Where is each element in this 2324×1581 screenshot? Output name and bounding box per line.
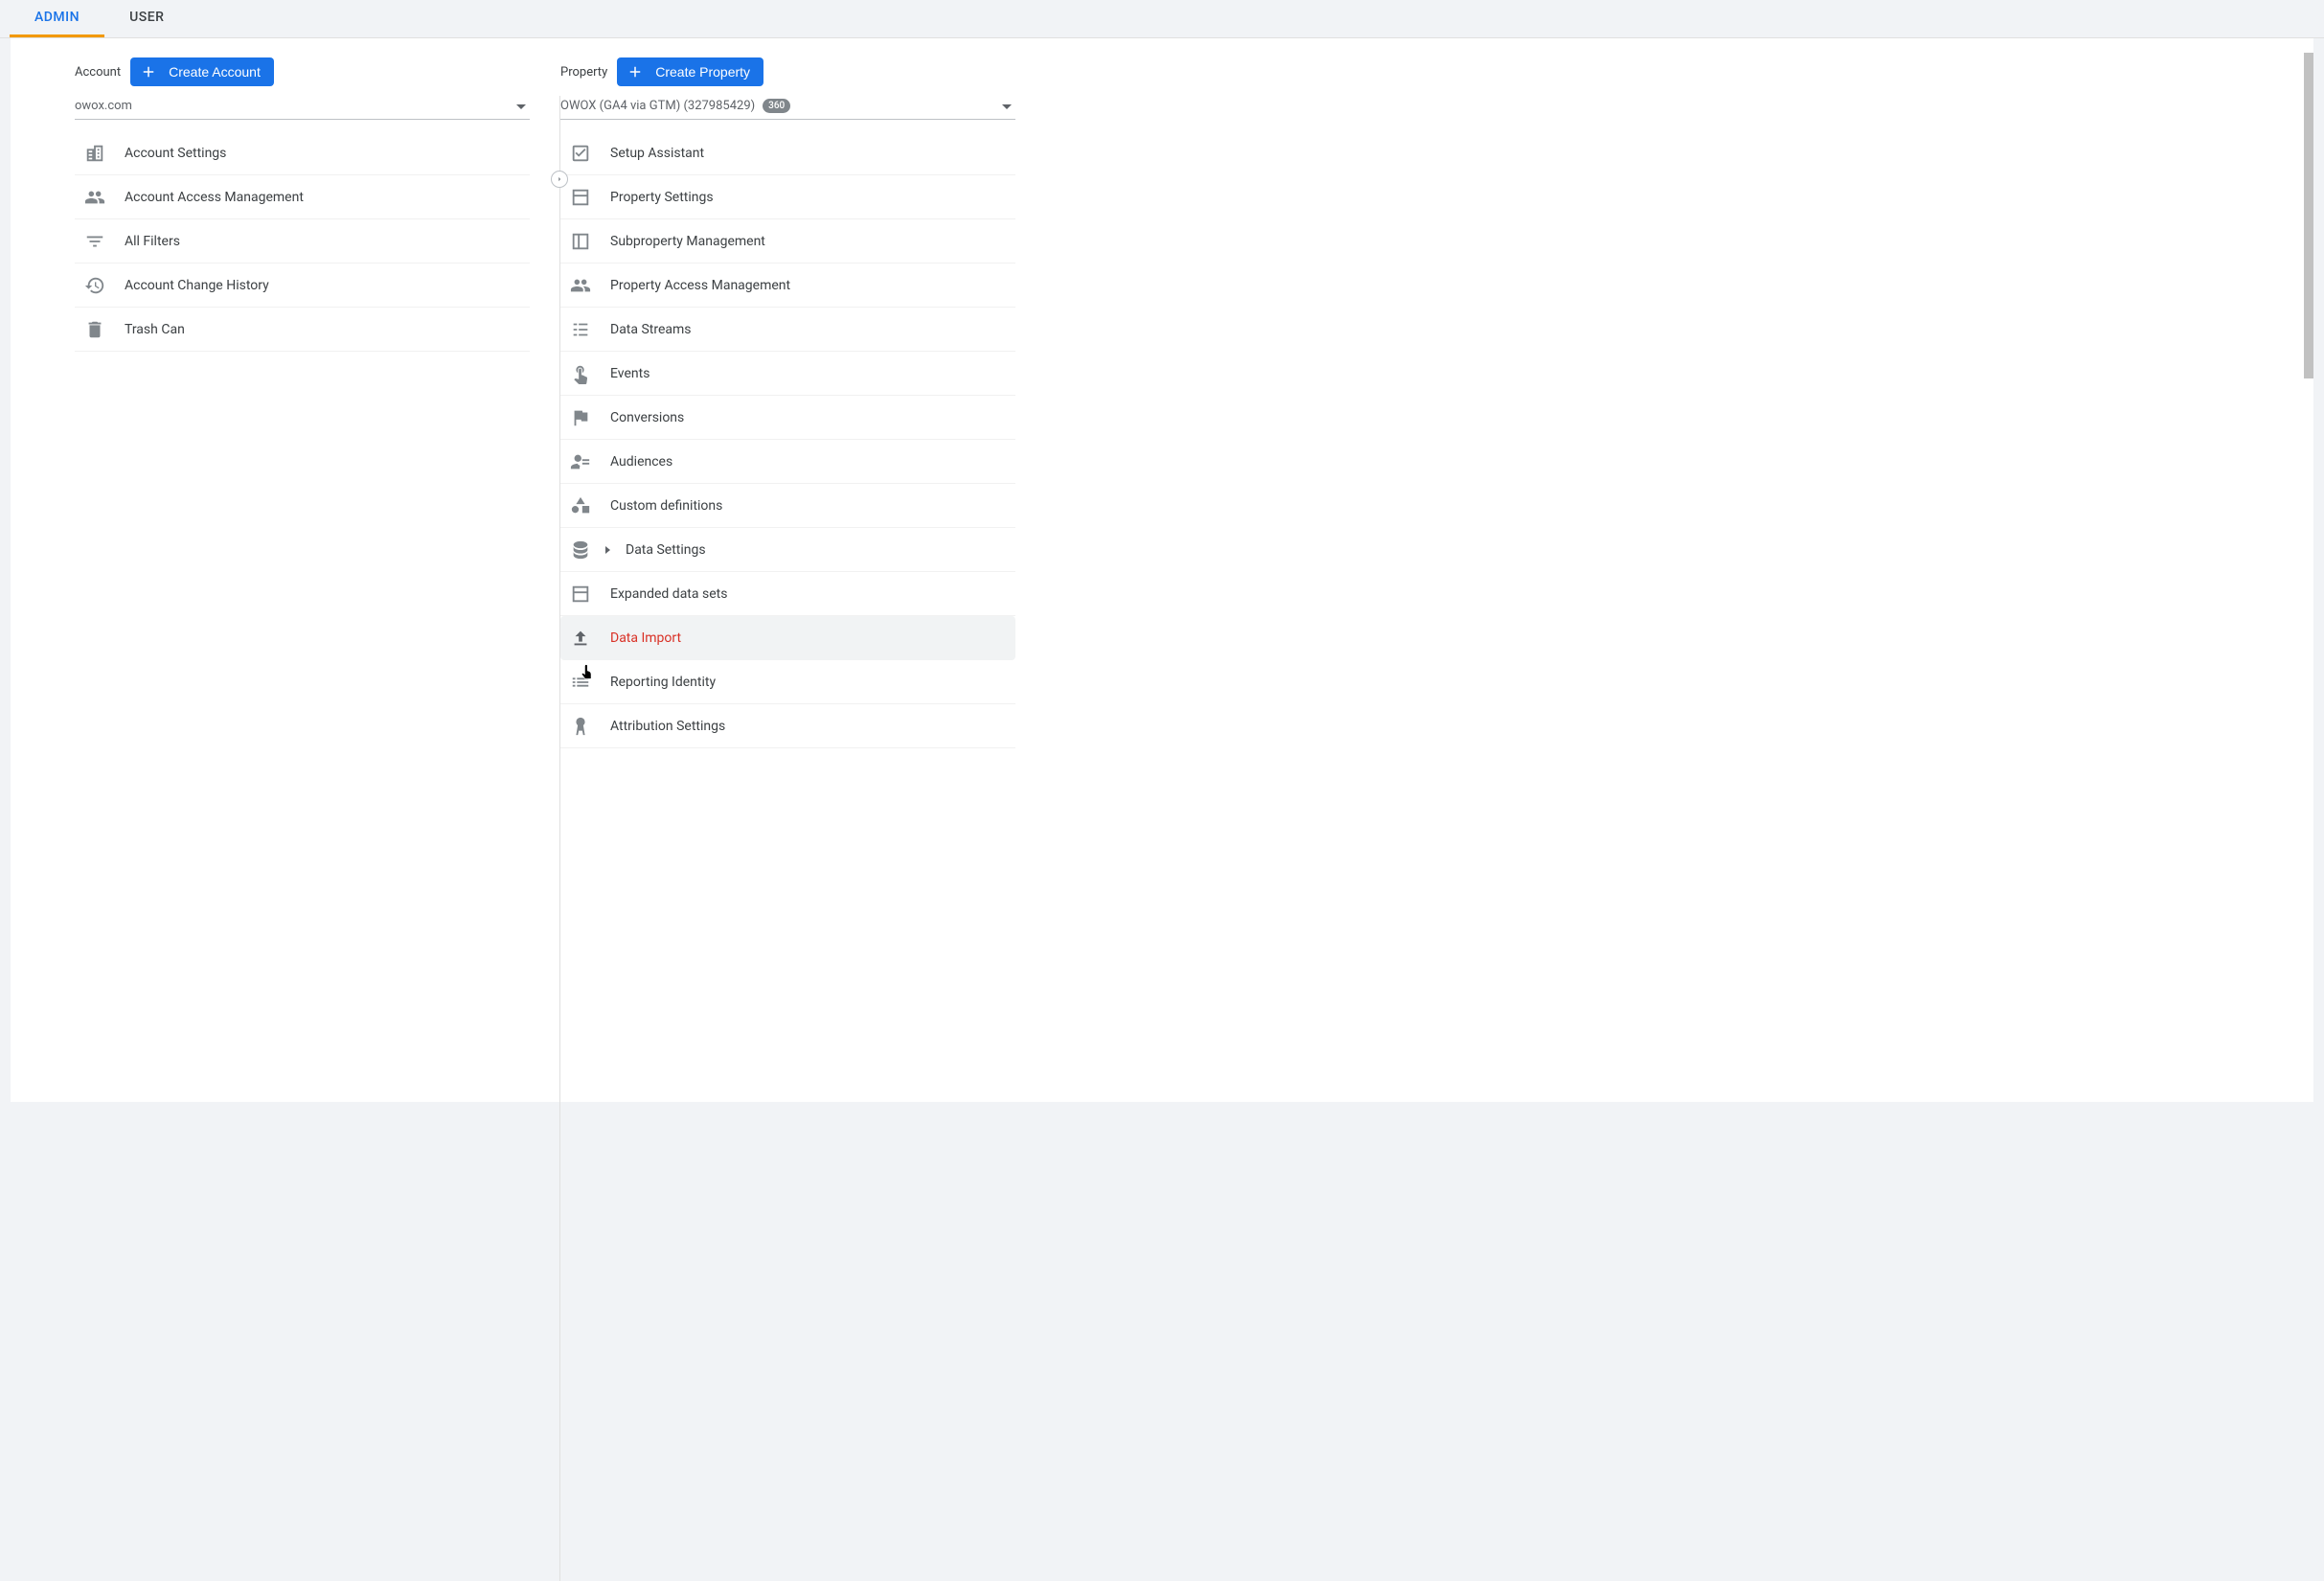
caret-down-icon bbox=[1002, 98, 1012, 113]
menu-item-label: Setup Assistant bbox=[610, 146, 704, 161]
account-column-header: Account Create Account bbox=[75, 57, 530, 86]
menu-item-label: Custom definitions bbox=[610, 498, 722, 514]
menu-item-label: Account Access Management bbox=[125, 190, 304, 205]
menu-item-expanded-data-sets[interactable]: Expanded data sets bbox=[560, 572, 1015, 616]
plus-icon bbox=[140, 63, 157, 80]
menu-item-attribution-settings[interactable]: Attribution Settings bbox=[560, 704, 1015, 748]
tab-admin[interactable]: ADMIN bbox=[10, 0, 104, 37]
create-property-button[interactable]: Create Property bbox=[617, 57, 763, 86]
menu-item-label: Attribution Settings bbox=[610, 719, 725, 734]
menu-item-custom-definitions[interactable]: Custom definitions bbox=[560, 484, 1015, 528]
menu-item-label: Data Settings bbox=[626, 542, 706, 558]
create-account-label: Create Account bbox=[169, 64, 261, 80]
menu-item-account-history[interactable]: Account Change History bbox=[75, 264, 530, 308]
menu-item-events[interactable]: Events bbox=[560, 352, 1015, 396]
property-menu: Setup Assistant Property Settings Subpro… bbox=[560, 131, 1015, 748]
trash-icon bbox=[84, 319, 105, 340]
people-icon bbox=[570, 275, 591, 296]
menu-item-conversions[interactable]: Conversions bbox=[560, 396, 1015, 440]
layout-icon bbox=[570, 187, 591, 208]
menu-item-label: Property Access Management bbox=[610, 278, 790, 293]
property-column: Property Create Property OWOX (GA4 via G… bbox=[560, 38, 1015, 1102]
account-selector-label: owox.com bbox=[75, 99, 132, 113]
create-account-button[interactable]: Create Account bbox=[130, 57, 274, 86]
arrow-right-circle-icon bbox=[555, 174, 564, 184]
menu-item-label: Subproperty Management bbox=[610, 234, 765, 249]
menu-item-label: Trash Can bbox=[125, 322, 185, 337]
streams-icon bbox=[570, 319, 591, 340]
people-icon bbox=[84, 187, 105, 208]
history-icon bbox=[84, 275, 105, 296]
account-header-label: Account bbox=[75, 65, 121, 80]
caret-down-icon bbox=[516, 98, 526, 113]
property-selector-name: OWOX (GA4 via GTM) (327985429) bbox=[560, 99, 755, 113]
menu-item-label: Conversions bbox=[610, 410, 684, 425]
flag-icon bbox=[570, 407, 591, 428]
layout-side-icon bbox=[570, 231, 591, 252]
database-icon bbox=[570, 539, 591, 561]
menu-item-data-settings[interactable]: Data Settings bbox=[560, 528, 1015, 572]
scrollbar-thumb[interactable] bbox=[2304, 53, 2313, 378]
account-selector[interactable]: owox.com bbox=[75, 92, 530, 120]
menu-item-label: Account Settings bbox=[125, 146, 226, 161]
touch-icon bbox=[570, 363, 591, 384]
caret-right-icon bbox=[610, 542, 618, 558]
menu-item-property-settings[interactable]: Property Settings bbox=[560, 175, 1015, 219]
account-menu: Account Settings Account Access Manageme… bbox=[75, 131, 530, 352]
menu-item-data-streams[interactable]: Data Streams bbox=[560, 308, 1015, 352]
property-selector-label: OWOX (GA4 via GTM) (327985429) 360 bbox=[560, 99, 790, 113]
menu-item-property-access[interactable]: Property Access Management bbox=[560, 264, 1015, 308]
menu-item-trash-can[interactable]: Trash Can bbox=[75, 308, 530, 352]
badge-360: 360 bbox=[763, 99, 790, 113]
menu-item-account-access[interactable]: Account Access Management bbox=[75, 175, 530, 219]
account-column: Account Create Account owox.com Account … bbox=[75, 38, 530, 1102]
menu-item-label: Property Settings bbox=[610, 190, 714, 205]
menu-item-subproperty-management[interactable]: Subproperty Management bbox=[560, 219, 1015, 264]
menu-item-label: Data Streams bbox=[610, 322, 692, 337]
property-column-header: Property Create Property bbox=[560, 57, 1015, 86]
menu-item-all-filters[interactable]: All Filters bbox=[75, 219, 530, 264]
collapse-column-button[interactable] bbox=[551, 171, 568, 188]
menu-item-label: Expanded data sets bbox=[610, 586, 727, 602]
property-selector[interactable]: OWOX (GA4 via GTM) (327985429) 360 bbox=[560, 92, 1015, 120]
menu-item-label: Account Change History bbox=[125, 278, 269, 293]
create-property-label: Create Property bbox=[655, 64, 750, 80]
property-header-label: Property bbox=[560, 65, 607, 80]
plus-icon bbox=[627, 63, 644, 80]
main-panel: Account Create Account owox.com Account … bbox=[11, 38, 2313, 1102]
menu-item-label: Events bbox=[610, 366, 649, 381]
person-list-icon bbox=[570, 451, 591, 472]
building-icon bbox=[84, 143, 105, 164]
menu-item-audiences[interactable]: Audiences bbox=[560, 440, 1015, 484]
menu-item-label: Audiences bbox=[610, 454, 672, 470]
identity-icon bbox=[570, 672, 591, 693]
menu-item-account-settings[interactable]: Account Settings bbox=[75, 131, 530, 175]
attribution-icon bbox=[570, 716, 591, 737]
shapes-icon bbox=[570, 495, 591, 516]
checkbox-icon bbox=[570, 143, 591, 164]
filter-icon bbox=[84, 231, 105, 252]
menu-item-label: All Filters bbox=[125, 234, 180, 249]
tab-user[interactable]: USER bbox=[104, 0, 189, 37]
tabbar: ADMIN USER bbox=[0, 0, 2324, 38]
upload-icon bbox=[570, 628, 591, 649]
menu-item-setup-assistant[interactable]: Setup Assistant bbox=[560, 131, 1015, 175]
layout-icon bbox=[570, 584, 591, 605]
menu-item-data-import[interactable]: Data Import bbox=[560, 616, 1015, 660]
menu-item-label: Reporting Identity bbox=[610, 675, 716, 690]
menu-item-label: Data Import bbox=[610, 630, 681, 646]
menu-item-reporting-identity[interactable]: Reporting Identity bbox=[560, 660, 1015, 704]
